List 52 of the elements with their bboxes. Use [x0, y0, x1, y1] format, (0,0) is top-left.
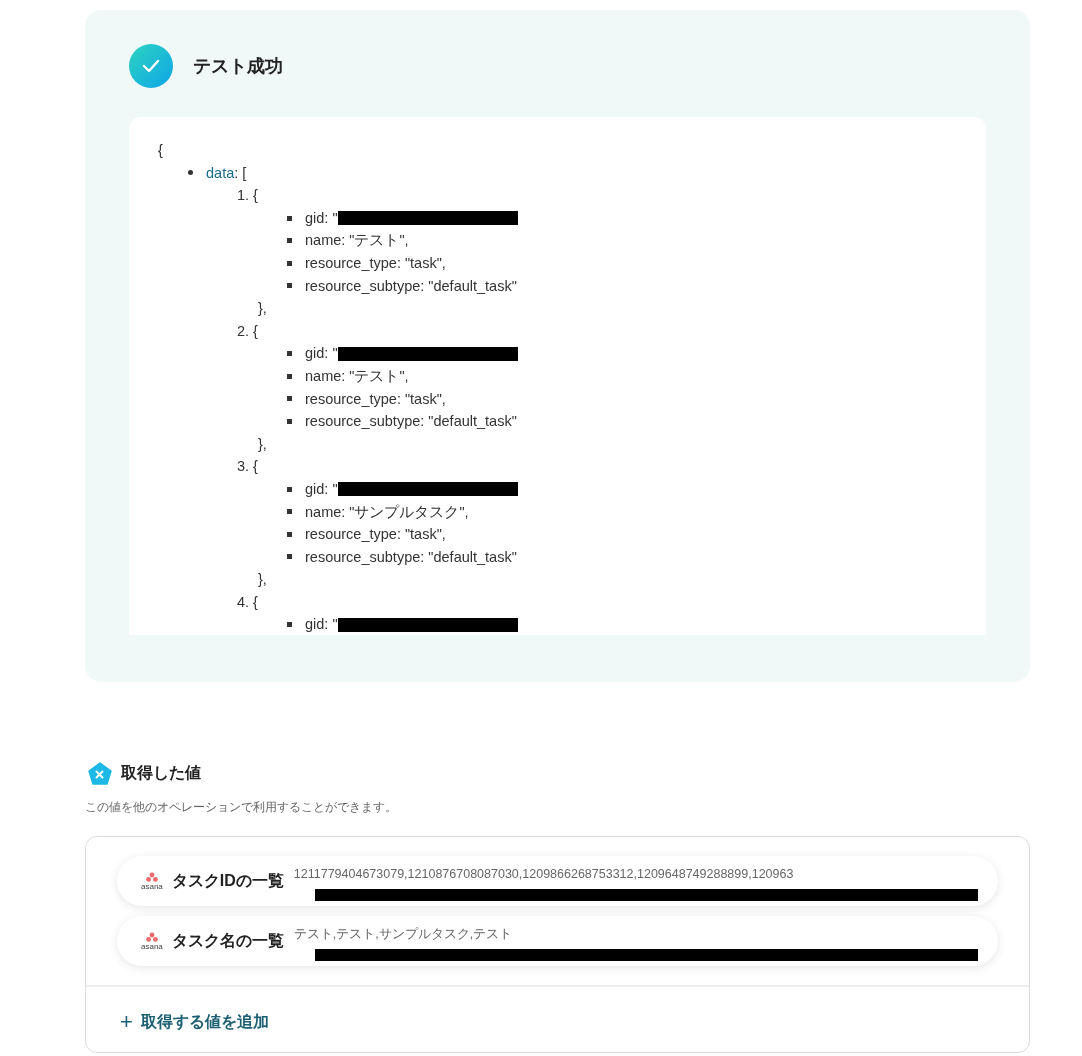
bullet-icon	[287, 373, 292, 379]
code-text: },	[258, 434, 267, 454]
check-icon	[129, 44, 173, 88]
brand-label: asana	[141, 881, 163, 891]
bullet-icon	[188, 170, 193, 176]
code-text: 1. {	[237, 186, 258, 206]
bullet-icon	[287, 283, 292, 289]
code-text: name: "サンプルタスク",	[305, 502, 469, 522]
section-title: 取得した値	[121, 763, 201, 783]
code-text: resource_type: "task",	[305, 389, 446, 409]
code-text: resource_type: "task",	[305, 253, 446, 273]
bullet-icon	[287, 351, 292, 357]
bullet-icon	[287, 486, 292, 492]
code-text: name: "テスト",	[305, 366, 409, 386]
asana-logo-icon	[145, 871, 158, 882]
value-text: テスト,テスト,サンプルタスク,テスト	[293, 926, 513, 942]
code-text: 2. {	[237, 321, 258, 341]
code-text: resource_type: "task",	[305, 525, 446, 545]
bullet-icon	[287, 418, 292, 424]
value-chip[interactable]: asana タスク名の一覧 テスト,テスト,サンプルタスク,テスト	[117, 916, 998, 966]
status-title: テスト成功	[193, 55, 283, 78]
brand-label: asana	[141, 941, 163, 951]
variable-icon	[88, 762, 112, 785]
code-text: resource_subtype: "default_task"	[305, 276, 517, 296]
code-text: gid: "	[305, 479, 338, 499]
value-label: タスクIDの一覧	[171, 870, 284, 891]
add-value-button[interactable]: + 取得する値を追加	[120, 1009, 269, 1035]
asana-logo-icon	[145, 931, 158, 942]
bullet-icon	[287, 509, 292, 515]
code-text: },	[258, 570, 267, 590]
value-text: 1211779404673079,1210876708087030,1209866268753312,1209648749288899,120963	[293, 866, 794, 882]
code-text: data: [	[206, 163, 247, 183]
section-description: この値を他のオペレーションで利用することができます。	[85, 799, 398, 816]
code-text: 3. {	[237, 457, 258, 477]
code-text: resource_subtype: "default_task"	[305, 412, 517, 432]
code-text: resource_subtype: "default_task"	[305, 547, 517, 567]
bullet-icon	[287, 396, 292, 402]
value-label: タスク名の一覧	[171, 930, 284, 951]
bullet-icon	[287, 215, 292, 221]
code-text: },	[258, 299, 267, 319]
code-text: gid: "	[305, 615, 338, 635]
value-chip[interactable]: asana タスクIDの一覧 1211779404673079,1210876708087030,1209866268753312,1209648749288899,120963	[117, 856, 998, 906]
bullet-icon	[287, 531, 292, 537]
code-text: gid: "	[305, 208, 338, 228]
bullet-icon	[287, 238, 292, 244]
code-text: 4. {	[237, 592, 258, 612]
bullet-icon	[287, 554, 292, 560]
code-text: gid: "	[305, 344, 338, 364]
code-text: name: "テスト",	[305, 231, 409, 251]
bullet-icon	[287, 260, 292, 266]
bullet-icon	[287, 622, 292, 628]
code-text: {	[158, 141, 163, 160]
